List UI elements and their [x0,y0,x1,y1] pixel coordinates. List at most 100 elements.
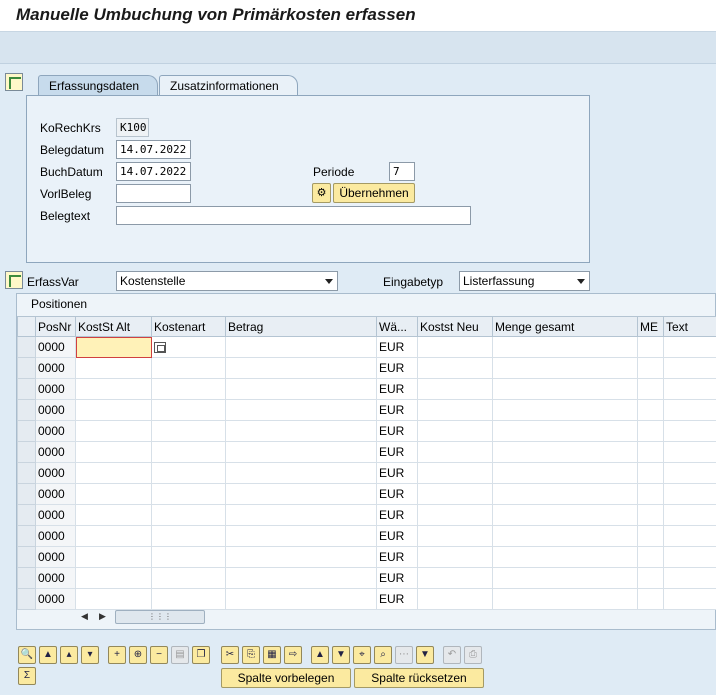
kostenart-cell[interactable] [151,462,226,484]
text-cell[interactable] [663,378,716,400]
text-cell[interactable] [663,483,716,505]
sort-descending-icon[interactable]: ▼ [332,646,350,664]
waehrung-cell[interactable]: EUR [376,588,418,610]
sum-icon[interactable]: Σ [18,667,36,685]
waehrung-cell[interactable]: EUR [376,546,418,568]
betrag-cell[interactable] [225,441,377,463]
column-header[interactable]: KostSt Alt [75,316,152,337]
me-cell[interactable] [637,567,664,589]
menge-gesamt-cell[interactable] [492,504,638,526]
me-cell[interactable] [637,336,664,358]
me-cell[interactable] [637,546,664,568]
table-row[interactable]: 0000 EUR [17,378,716,400]
row-selector[interactable] [17,441,36,463]
text-cell[interactable] [663,525,716,547]
text-cell[interactable] [663,420,716,442]
copy-icon[interactable]: ⎘ [242,646,260,664]
row-selector[interactable] [17,462,36,484]
kostst-neu-cell[interactable] [417,336,493,358]
kostenart-cell[interactable] [151,525,226,547]
kostst-neu-cell[interactable] [417,567,493,589]
waehrung-cell[interactable]: EUR [376,567,418,589]
betrag-cell[interactable] [225,483,377,505]
kostst-neu-cell[interactable] [417,399,493,421]
menge-gesamt-cell[interactable] [492,588,638,610]
table-row[interactable]: 0000 EUR [17,483,716,505]
tab-zusatzinformationen[interactable]: Zusatzinformationen [159,75,298,95]
me-cell[interactable] [637,357,664,379]
kostst-alt-cell[interactable] [75,567,152,589]
column-header[interactable]: ME [637,316,664,337]
text-cell[interactable] [663,441,716,463]
waehrung-cell[interactable]: EUR [376,462,418,484]
me-cell[interactable] [637,588,664,610]
append-row-icon[interactable]: ⊕ [129,646,147,664]
betrag-cell[interactable] [225,399,377,421]
row-selector-header[interactable] [17,316,36,337]
kostst-alt-cell[interactable] [75,378,152,400]
insert-row-icon[interactable]: + [108,646,126,664]
waehrung-cell[interactable]: EUR [376,525,418,547]
scroll-left-icon[interactable]: ◀ [81,611,88,622]
spalte-vorbelegen-button[interactable]: Spalte vorbelegen [221,668,351,688]
waehrung-cell[interactable]: EUR [376,357,418,379]
kostenart-cell[interactable] [151,357,226,379]
kostst-neu-cell[interactable] [417,441,493,463]
column-header[interactable]: Text [663,316,716,337]
table-row[interactable]: 0000 EUR [17,567,716,589]
betrag-cell[interactable] [225,567,377,589]
text-cell[interactable] [663,399,716,421]
row-selector[interactable] [17,483,36,505]
betrag-cell[interactable] [225,462,377,484]
kostst-alt-cell[interactable] [75,546,152,568]
betrag-cell[interactable] [225,525,377,547]
betrag-cell[interactable] [225,357,377,379]
text-cell[interactable] [663,567,716,589]
waehrung-cell[interactable]: EUR [376,504,418,526]
me-cell[interactable] [637,441,664,463]
collapse-erfassvar-icon[interactable] [5,271,23,289]
kostenart-cell[interactable] [151,420,226,442]
text-cell[interactable] [663,336,716,358]
value-help-icon[interactable] [154,342,166,354]
kostst-alt-cell[interactable] [75,588,152,610]
betrag-cell[interactable] [225,378,377,400]
table-row[interactable]: 0000 EUR [17,504,716,526]
previous-page-icon[interactable]: ▴ [60,646,78,664]
tab-erfassungsdaten[interactable]: Erfassungsdaten [38,75,158,95]
spalte-ruecksetzen-button[interactable]: Spalte rücksetzen [354,668,484,688]
kostst-alt-cell[interactable] [75,399,152,421]
menge-gesamt-cell[interactable] [492,567,638,589]
kostst-neu-cell[interactable] [417,525,493,547]
kostst-neu-cell[interactable] [417,588,493,610]
column-header[interactable]: Wä... [376,316,418,337]
betrag-cell[interactable] [225,336,377,358]
template-icon-button[interactable]: ⚙ [312,183,331,203]
scroll-right-icon[interactable]: ▶ [99,611,106,622]
kostenart-cell[interactable] [151,483,226,505]
paste-special-icon[interactable]: ⇨ [284,646,302,664]
kostst-alt-cell[interactable] [75,525,152,547]
betrag-cell[interactable] [225,588,377,610]
column-header[interactable]: Kostst Neu [417,316,493,337]
kostenart-cell[interactable] [151,567,226,589]
me-cell[interactable] [637,462,664,484]
find-next-icon[interactable]: ⌕ [374,646,392,664]
periode-field[interactable]: 7 [389,162,415,181]
table-row[interactable]: 0000 EUR [17,462,716,484]
column-header[interactable]: Kostenart [151,316,226,337]
row-selector[interactable] [17,588,36,610]
delete-row-icon[interactable]: − [150,646,168,664]
row-selector[interactable] [17,378,36,400]
me-cell[interactable] [637,378,664,400]
kostst-alt-cell[interactable] [75,357,152,379]
belegtext-field[interactable] [116,206,471,225]
table-row[interactable]: 0000 EUR [17,441,716,463]
menge-gesamt-cell[interactable] [492,483,638,505]
paste-icon[interactable]: ▦ [263,646,281,664]
kostst-alt-cell[interactable] [75,420,152,442]
copy-row-icon[interactable]: ❐ [192,646,210,664]
text-cell[interactable] [663,462,716,484]
row-selector[interactable] [17,399,36,421]
text-cell[interactable] [663,588,716,610]
